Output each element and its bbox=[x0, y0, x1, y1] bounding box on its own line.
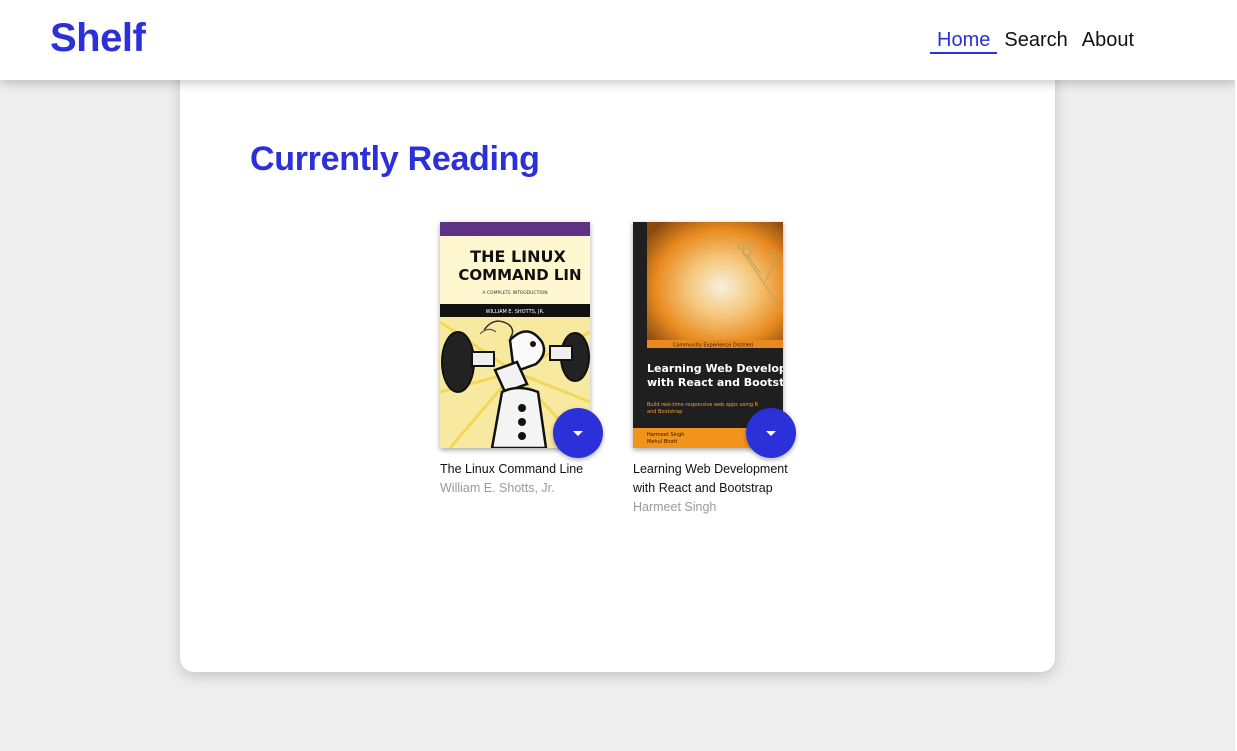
shelf-menu-button[interactable] bbox=[553, 408, 603, 458]
nav-search-link[interactable]: Search bbox=[997, 28, 1074, 54]
caret-down-icon bbox=[766, 430, 776, 436]
book-item: THE LINUX COMMAND LIN A COMPLETE INTRODU… bbox=[440, 222, 603, 498]
caret-down-icon bbox=[573, 430, 583, 436]
svg-text:Build real-time responsive web: Build real-time responsive web apps usin… bbox=[647, 402, 759, 408]
svg-text:COMMAND LIN: COMMAND LIN bbox=[458, 266, 581, 284]
book-author: William E. Shotts, Jr. bbox=[440, 481, 555, 495]
book-title: The Linux Command Line bbox=[440, 462, 584, 476]
book-cover[interactable]: THE LINUX COMMAND LIN A COMPLETE INTRODU… bbox=[440, 222, 603, 458]
svg-text:Community Experience Distilled: Community Experience Distilled bbox=[673, 343, 753, 349]
svg-text:and Bootstrap: and Bootstrap bbox=[647, 409, 682, 415]
section-title: Currently Reading bbox=[250, 140, 540, 178]
svg-text:with React and Bootstrap: with React and Bootstrap bbox=[647, 376, 783, 389]
svg-text:Mehul Bhatt: Mehul Bhatt bbox=[647, 439, 677, 445]
bookshelf-card: Currently Reading THE LINUX COMMAND LIN … bbox=[180, 60, 1055, 672]
book-author: Harmeet Singh bbox=[633, 500, 717, 514]
svg-text:Learning Web Developm: Learning Web Developm bbox=[647, 362, 783, 375]
nav-about-link[interactable]: About bbox=[1075, 28, 1141, 54]
app-logo[interactable]: Shelf bbox=[50, 16, 146, 61]
top-app-bar: Shelf Home Search About bbox=[0, 0, 1237, 80]
svg-text:THE LINUX: THE LINUX bbox=[470, 247, 566, 266]
book-cover[interactable]: Community Experience Distilled Learning … bbox=[633, 222, 796, 458]
book-title: Learning Web Development with React and … bbox=[633, 462, 788, 495]
nav-home-link[interactable]: Home bbox=[930, 28, 998, 54]
shelf-menu-button[interactable] bbox=[746, 408, 796, 458]
svg-text:A COMPLETE INTRODUCTION: A COMPLETE INTRODUCTION bbox=[482, 290, 547, 296]
main-nav: Home Search About bbox=[930, 28, 1141, 54]
svg-text:Harmeet Singh: Harmeet Singh bbox=[647, 432, 684, 438]
svg-text:WILLIAM E. SHOTTS, JR.: WILLIAM E. SHOTTS, JR. bbox=[486, 309, 545, 315]
book-item: Community Experience Distilled Learning … bbox=[633, 222, 796, 517]
